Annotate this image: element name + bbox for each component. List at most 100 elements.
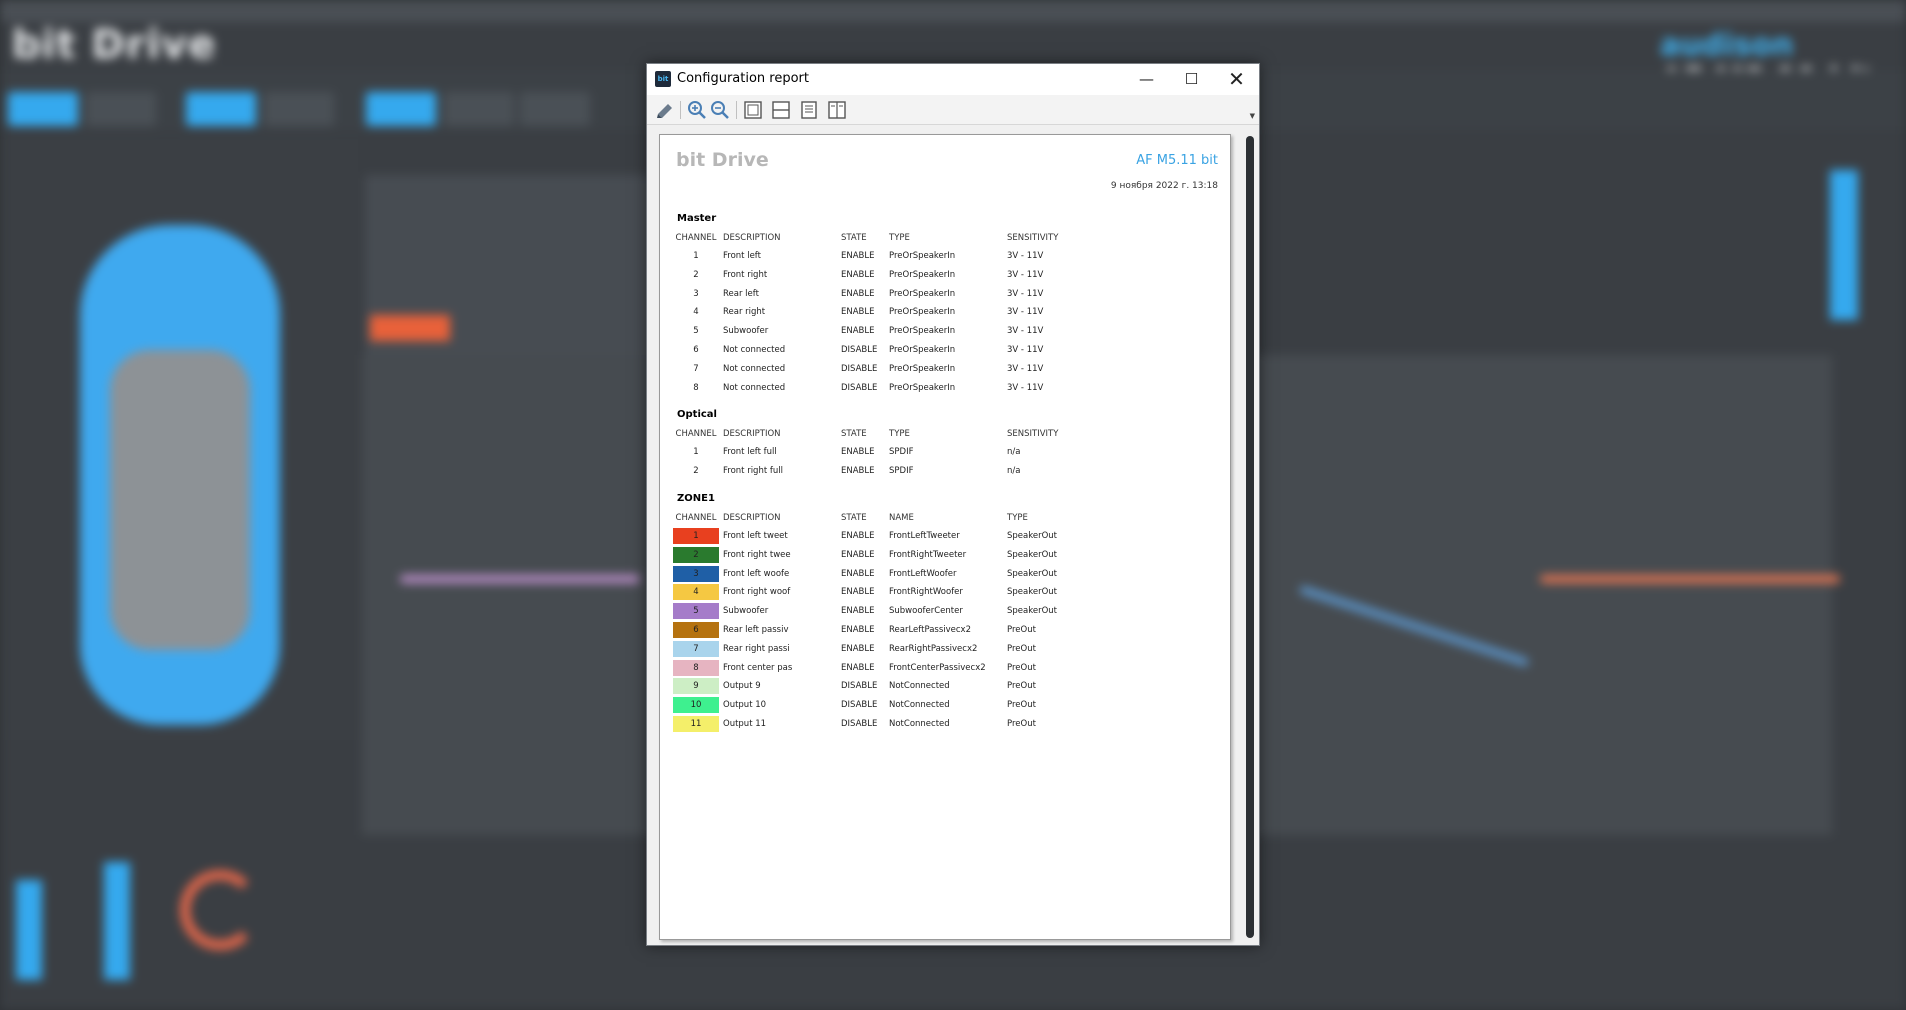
cell-description: Front right woof [723,587,791,598]
cell-type: PreOut [1007,643,1036,654]
cell-name: FrontRightWoofer [889,587,963,598]
cell-state: ENABLE [841,568,875,579]
background-logo: bit Drive [12,22,217,68]
cell-description: Front left woofe [723,568,790,579]
cell-sensitivity: 3V - 11V [1007,345,1044,355]
cell-channel: 5 [693,606,699,617]
report-viewport[interactable]: bit Drive AF M5.11 bit 9 ноября 2022 г. … [647,126,1259,945]
cell-description: Not connected [723,382,786,393]
cell-state: DISABLE [841,719,878,729]
background-window-strip [0,0,1906,22]
background-tab [444,92,514,126]
section-title-master: Master [677,213,717,224]
background-tab [366,92,436,126]
cell-description: Front left [723,251,761,261]
header-state: STATE [841,513,867,523]
cell-channel: 10 [690,700,702,711]
cell-sensitivity: 3V - 11V [1007,363,1044,374]
table-row: 9 Output 9 DISABLE NotConnected PreOut [673,678,1123,695]
cell-name: NotConnected [889,681,950,692]
cell-channel: 6 [693,345,699,355]
cell-description: Rear right passi [723,643,790,654]
table-row: 7 Not connected DISABLE PreOrSpeakerIn 3V - … [673,361,1123,377]
cell-name: FrontLeftTweeter [889,531,960,541]
background-graph-curve [1540,575,1840,583]
cell-channel: 3 [693,568,699,579]
cell-type: PreOut [1007,662,1036,673]
print-icon[interactable] [655,100,675,120]
table-row: 7 Rear right passi ENABLE RearRightPassivec… [673,640,1123,657]
cell-channel: 8 [693,662,699,673]
table-row: 2 Front right twee ENABLE FrontRightTweeter… [673,546,1123,563]
zoom-out-icon[interactable] [710,100,730,120]
table-row: 1 Front left ENABLE PreOrSpeakerIn 3V - 11V [673,248,1123,264]
cell-type: PreOut [1007,625,1036,635]
background-tab [186,92,256,126]
dialog-title: Configuration report [677,71,809,86]
cell-channel: 1 [693,251,699,261]
cell-state: DISABLE [841,345,878,355]
cell-channel: 5 [693,326,699,337]
two-pages-icon[interactable] [827,100,847,120]
cell-state: ENABLE [841,625,875,635]
cell-channel: 2 [693,269,699,280]
single-page-icon[interactable] [799,100,819,120]
cell-description: Not connected [723,363,786,374]
cell-description: Front center pas [723,662,793,673]
background-level-meter [1830,170,1858,320]
cell-channel: 7 [693,363,699,374]
cell-description: Front left full [723,447,777,457]
header-type: TYPE [1007,513,1028,523]
cell-state: ENABLE [841,288,875,299]
minimize-button[interactable]: — [1124,64,1169,95]
close-button[interactable]: ✕ [1214,64,1259,95]
header-sensitivity: SENSITIVITY [1007,429,1059,439]
cell-sensitivity: 3V - 11V [1007,288,1044,299]
cell-state: DISABLE [841,363,878,374]
cell-state: ENABLE [841,549,875,560]
zoom-in-icon[interactable] [687,100,707,120]
cell-sensitivity: 3V - 11V [1007,326,1044,337]
cell-type: PreOut [1007,681,1036,692]
cell-type: PreOrSpeakerIn [889,363,956,374]
background-fader [16,880,42,980]
fit-page-icon[interactable] [743,100,763,120]
cell-channel: 7 [693,643,699,654]
cell-type: SpeakerOut [1007,606,1057,617]
cell-type: SPDIF [889,447,914,457]
cell-name: RearLeftPassivecx2 [889,625,971,635]
cell-description: Subwoofer [723,606,769,617]
page-width-icon[interactable] [771,100,791,120]
cell-channel: 3 [693,288,699,299]
table-row: 4 Front right woof ENABLE FrontRightWoofer S… [673,584,1123,601]
cell-state: ENABLE [841,269,875,280]
table-row: 2 Front right full ENABLE SPDIF n/a [673,463,1123,479]
header-channel: CHANNEL [675,233,717,243]
table-row: 1 Front left full ENABLE SPDIF n/a [673,444,1123,460]
maximize-button[interactable]: ☐ [1169,64,1214,95]
background-channel-label [370,315,450,341]
cell-type: SpeakerOut [1007,568,1057,579]
cell-state: DISABLE [841,681,878,692]
cell-state: ENABLE [841,643,875,654]
vertical-scrollbar[interactable] [1246,136,1254,938]
cell-sensitivity: 3V - 11V [1007,269,1044,280]
cell-channel: 2 [693,549,699,560]
cell-description: Output 10 [723,700,767,711]
cell-state: ENABLE [841,465,875,476]
cell-description: Front right [723,269,768,280]
cell-state: ENABLE [841,587,875,598]
cell-channel: 11 [690,719,702,729]
cell-channel: 4 [693,587,699,598]
section-title-zone1: ZONE1 [677,493,715,504]
cell-type: PreOrSpeakerIn [889,251,956,261]
cell-type: PreOut [1007,700,1036,711]
toolbar-overflow-icon[interactable]: ▼ [1250,112,1255,120]
background-brand-logo: audison [1660,28,1794,63]
cell-channel: 2 [693,465,699,476]
header-description: DESCRIPTION [723,429,781,439]
cell-name: NotConnected [889,700,950,711]
cell-type: PreOrSpeakerIn [889,269,956,280]
dialog-titlebar[interactable]: bit Configuration report — ☐ ✕ [647,64,1259,95]
configuration-report-dialog: bit Configuration report — ☐ ✕ ▼ bit Dri… [646,63,1260,946]
